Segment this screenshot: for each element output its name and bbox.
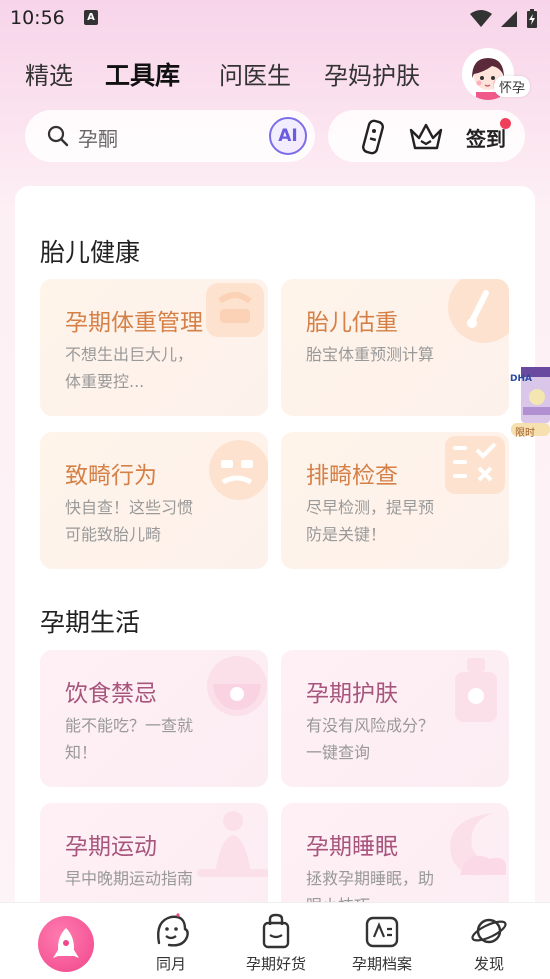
battery-icon [527, 9, 537, 28]
gauge-icon [448, 279, 509, 343]
tool-title: 孕期体重管理 [65, 310, 203, 336]
crown-icon[interactable] [408, 122, 444, 152]
planet-icon [471, 918, 507, 944]
quick-actions: 签到 [328, 110, 525, 162]
tool-card-diet-taboo[interactable]: 饮食禁忌 能不能吃？一查就知！ [40, 650, 268, 787]
tool-desc: 能不能吃？一查就知！ [65, 716, 194, 762]
nav-discover[interactable]: 发现 [439, 903, 539, 979]
tool-desc: 不想生出巨大儿，体重要控... [65, 345, 194, 391]
wifi-icon [470, 10, 492, 27]
section-title-pregnancy-life: 孕期生活 [40, 608, 141, 637]
tool-title: 孕期运动 [65, 834, 157, 860]
moon-icon [450, 813, 506, 876]
notification-icon: A [84, 10, 98, 25]
tab-toolbox[interactable]: 工具库 [105, 56, 180, 92]
tool-desc: 胎宝体重预测计算 [306, 345, 435, 364]
smile-face-icon [157, 913, 189, 947]
nav-label: 孕期档案 [351, 955, 412, 973]
checkin-button[interactable]: 签到 [466, 123, 506, 152]
tool-card-teratogenic-behavior[interactable]: 致畸行为 快自查！这些习惯可能致胎儿畸 [40, 432, 268, 569]
tool-title: 排畸检查 [306, 463, 398, 489]
ad-brand-label: DHA [510, 374, 532, 384]
yoga-icon [197, 811, 268, 877]
search-bar[interactable]: 孕酮 AI [25, 110, 315, 162]
tool-card-weight-management[interactable]: 孕期体重管理 不想生出巨大儿，体重要控... [40, 279, 268, 416]
floating-ad[interactable]: DHA 限时 [509, 363, 550, 439]
status-time: 10:56 [10, 7, 65, 29]
shopping-bag-icon [262, 913, 290, 949]
home-rocket-button[interactable] [38, 916, 94, 972]
checklist-icon [445, 436, 505, 494]
tool-card-anomaly-scan[interactable]: 排畸检查 尽早检测，提早预防是关键！ [281, 432, 509, 569]
tool-title: 孕期睡眠 [306, 834, 398, 860]
nav-label: 发现 [473, 955, 504, 973]
nav-same-month[interactable]: 同月 [121, 903, 221, 979]
section-title-fetal-health: 胎儿健康 [40, 238, 141, 267]
notification-dot [500, 118, 511, 129]
id-card-icon [365, 916, 399, 948]
search-icon [47, 125, 69, 147]
remote-scanner-icon[interactable] [358, 119, 388, 155]
tool-desc: 有没有风险成分？一键查询 [306, 716, 435, 762]
tab-skincare[interactable]: 孕妈护肤 [324, 56, 420, 91]
ai-assistant-button[interactable]: AI [269, 117, 307, 155]
nav-label: 孕期好货 [245, 955, 306, 973]
tab-featured[interactable]: 精选 [25, 56, 73, 91]
scale-icon [206, 283, 264, 337]
tool-desc: 早中晚期运动指南 [65, 869, 194, 888]
ad-promo-tag: 限时 [515, 428, 535, 439]
tool-title: 胎儿估重 [306, 310, 398, 336]
tool-desc: 快自查！这些习惯可能致胎儿畸 [65, 498, 194, 544]
tool-card-fetal-weight[interactable]: 胎儿估重 胎宝体重预测计算 [281, 279, 509, 416]
toolbox-panel: 胎儿健康 孕期体重管理 不想生出巨大儿，体重要控... 胎儿估重 胎宝体重预测计… [15, 186, 535, 940]
nav-shop[interactable]: 孕期好货 [226, 903, 326, 979]
tool-title: 饮食禁忌 [65, 681, 157, 707]
tab-ask-doctor[interactable]: 问医生 [219, 56, 291, 91]
status-bar: 10:56 A [0, 0, 550, 38]
tool-title: 孕期护肤 [306, 681, 398, 707]
tool-desc: 尽早检测，提早预防是关键！ [306, 498, 435, 544]
face-icon [209, 440, 268, 500]
status-indicators [470, 9, 538, 29]
tool-card-pregnancy-skincare[interactable]: 孕期护肤 有没有风险成分？一键查询 [281, 650, 509, 787]
tool-title: 致畸行为 [65, 463, 157, 489]
rocket-home-icon [53, 928, 79, 958]
pregnancy-stage-badge: 怀孕 [494, 76, 531, 97]
nav-label: 同月 [155, 955, 186, 973]
lotion-icon [455, 658, 497, 722]
signal-icon [501, 11, 517, 27]
search-placeholder: 孕酮 [78, 127, 118, 151]
bowl-icon [207, 656, 267, 716]
nav-records[interactable]: 孕期档案 [332, 903, 432, 979]
